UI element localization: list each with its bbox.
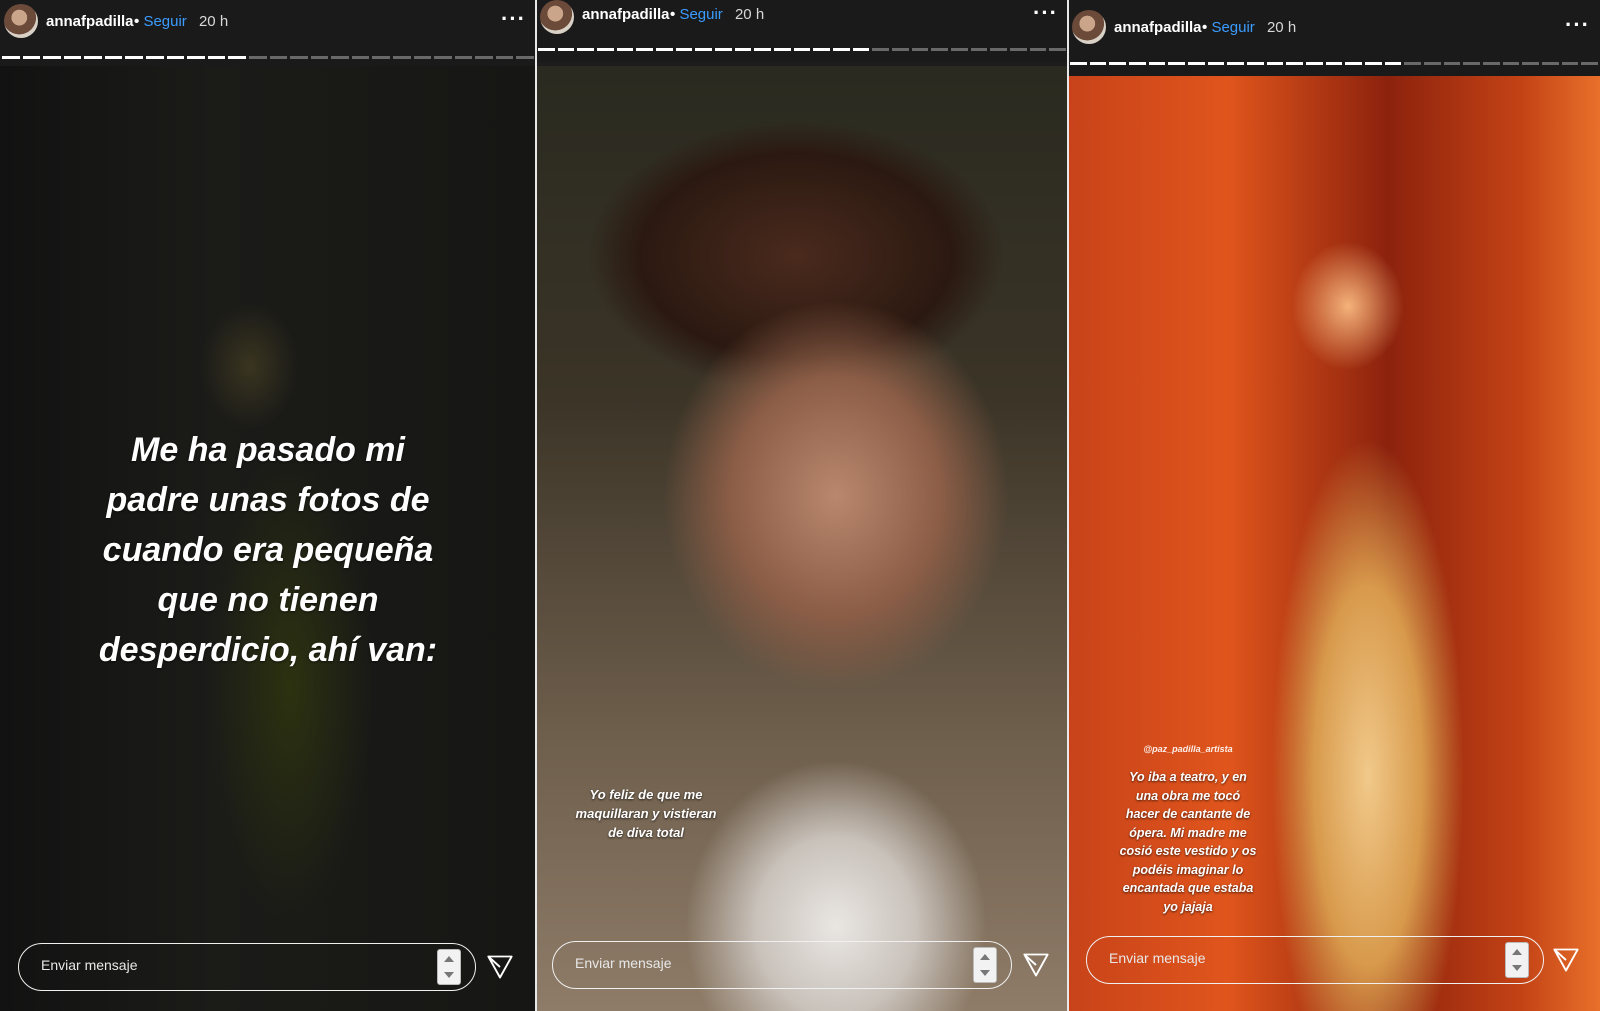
username[interactable]: annafpadilla bbox=[46, 13, 134, 30]
send-icon[interactable] bbox=[1022, 951, 1050, 979]
send-icon[interactable] bbox=[486, 953, 514, 981]
panel-divider bbox=[1067, 0, 1069, 1011]
progress-bars bbox=[536, 48, 1068, 51]
story-panel-2: annafpadilla • Seguir 20 h ··· Yo feliz … bbox=[536, 0, 1068, 1011]
story-caption: Me ha pasado mi padre unas fotos de cuan… bbox=[98, 431, 438, 669]
avatar[interactable] bbox=[1072, 10, 1106, 44]
message-input[interactable] bbox=[573, 954, 921, 972]
separator-dot: • bbox=[1202, 19, 1208, 36]
more-options-icon[interactable]: ··· bbox=[1565, 12, 1590, 38]
message-input-container[interactable] bbox=[18, 943, 476, 991]
story-collage: annafpadilla • Seguir 20 h ··· Me ha pas… bbox=[0, 0, 1600, 1011]
send-icon[interactable] bbox=[1552, 946, 1580, 974]
message-input[interactable] bbox=[1107, 949, 1453, 967]
mention-tag[interactable]: @paz_padilla_artista bbox=[1128, 744, 1248, 754]
story-panel-3: annafpadilla • Seguir 20 h ··· @paz_padi… bbox=[1068, 0, 1600, 1011]
stepper[interactable] bbox=[437, 949, 461, 985]
panel-divider bbox=[535, 0, 537, 1011]
message-input[interactable] bbox=[39, 956, 385, 974]
more-options-icon[interactable]: ··· bbox=[1033, 0, 1058, 26]
story-panel-1: annafpadilla • Seguir 20 h ··· Me ha pas… bbox=[0, 0, 536, 1011]
post-time: 20 h bbox=[1266, 19, 1297, 36]
story-caption: Yo iba a teatro, y en una obra me tocó h… bbox=[1119, 770, 1257, 914]
post-time: 20 h bbox=[198, 13, 229, 30]
separator-dot: • bbox=[670, 6, 676, 23]
username[interactable]: annafpadilla bbox=[582, 6, 670, 23]
stepper[interactable] bbox=[1505, 942, 1529, 978]
story-caption: Yo feliz de que me maquillaran y vistier… bbox=[575, 787, 717, 840]
story-header: annafpadilla • Seguir 20 h ··· bbox=[0, 0, 536, 66]
separator-dot: • bbox=[134, 13, 140, 30]
follow-button[interactable]: Seguir bbox=[143, 13, 186, 30]
story-photo bbox=[536, 66, 1068, 1011]
avatar[interactable] bbox=[4, 4, 38, 38]
avatar[interactable] bbox=[540, 0, 574, 34]
post-time: 20 h bbox=[734, 6, 765, 23]
more-options-icon[interactable]: ··· bbox=[501, 6, 526, 32]
follow-button[interactable]: Seguir bbox=[1211, 19, 1254, 36]
username[interactable]: annafpadilla bbox=[1114, 19, 1202, 36]
message-input-container[interactable] bbox=[1086, 936, 1544, 984]
story-header: annafpadilla • Seguir 20 h ··· bbox=[536, 0, 1068, 62]
follow-button[interactable]: Seguir bbox=[679, 6, 722, 23]
message-input-container[interactable] bbox=[552, 941, 1012, 989]
progress-bars bbox=[0, 56, 536, 59]
stepper[interactable] bbox=[973, 947, 997, 983]
story-header: annafpadilla • Seguir 20 h ··· bbox=[1068, 0, 1600, 76]
progress-bars bbox=[1068, 62, 1600, 65]
